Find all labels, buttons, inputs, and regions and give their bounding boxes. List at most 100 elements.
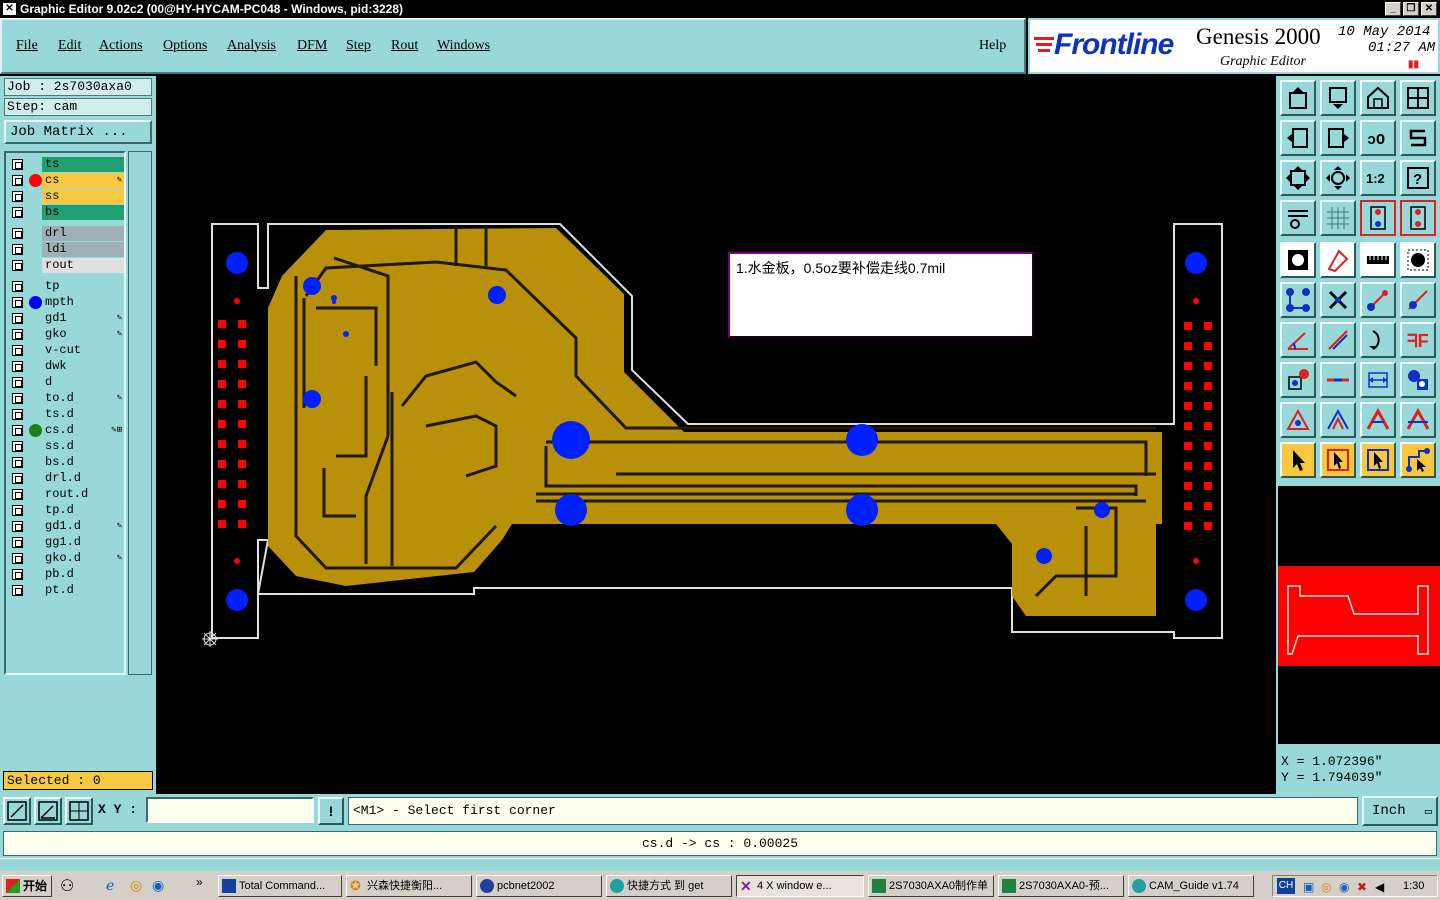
layer-row-ldi[interactable]: ldi <box>8 242 124 257</box>
layer-checkbox[interactable] <box>12 553 23 564</box>
layer-row-gko-d[interactable]: gko.d ✎ <box>8 551 124 566</box>
home-view-button[interactable] <box>1360 80 1396 116</box>
zoom-home-button[interactable] <box>1280 80 1316 116</box>
layer-row-cs-d[interactable]: cs.d ✎⊞ <box>8 423 124 438</box>
dot-tool-button[interactable] <box>1400 242 1436 278</box>
menu-options[interactable]: Options <box>163 38 207 54</box>
graphic-canvas[interactable]: 1.水金板，0.5oz要补偿走线0.7mil <box>156 76 1276 794</box>
group-tool-button[interactable] <box>1400 362 1436 398</box>
job-matrix-button[interactable]: Job Matrix ... <box>4 120 152 144</box>
horizontal-tool-button[interactable] <box>1320 362 1356 398</box>
layer-row-pb-d[interactable]: pb.d <box>8 567 124 582</box>
triangle2-tool-button[interactable] <box>1320 402 1356 438</box>
layer-row-cs[interactable]: cs ✎ <box>8 173 124 188</box>
layer-checkbox[interactable] <box>12 377 23 388</box>
ruler-tool-button[interactable] <box>1360 242 1396 278</box>
layer-row-gko[interactable]: gko ✎ <box>8 327 124 342</box>
fit-vertical-button[interactable] <box>1280 160 1316 196</box>
taskbar-overflow-icon[interactable]: » <box>196 875 203 889</box>
layer-row-bs-d[interactable]: bs.d <box>8 455 124 470</box>
zoom-in-button[interactable] <box>1320 80 1356 116</box>
unit-selector[interactable]: Inch ▭ <box>1362 796 1438 826</box>
layer-checkbox[interactable] <box>12 191 23 202</box>
angle-measure-button[interactable] <box>34 797 62 825</box>
snap-alt-button[interactable] <box>1400 200 1436 236</box>
layer-checkbox[interactable] <box>12 159 23 170</box>
layer-row-tp[interactable]: tp <box>8 279 124 294</box>
select-net-tool-button[interactable] <box>1400 442 1436 478</box>
layer-checkbox[interactable] <box>12 425 23 436</box>
layer-row-rout[interactable]: rout <box>8 258 124 273</box>
volume-icon[interactable]: ◀ <box>1375 877 1384 897</box>
layer-checkbox[interactable] <box>12 228 23 239</box>
measure-button[interactable] <box>1280 200 1316 236</box>
layer-row-d[interactable]: d <box>8 375 124 390</box>
select-tool-button[interactable] <box>1280 442 1316 478</box>
layer-row-ts-d[interactable]: ts.d <box>8 407 124 422</box>
layer-checkbox[interactable] <box>12 207 23 218</box>
redraw-button[interactable] <box>1400 120 1436 156</box>
outlook-icon[interactable]: ◎ <box>130 877 142 894</box>
overview-map[interactable] <box>1278 486 1440 744</box>
mirror-button[interactable]: ↄO <box>1360 120 1396 156</box>
task-cam-guide[interactable]: CAM_Guide v1.74 <box>1128 875 1254 897</box>
layer-row-dwk[interactable]: dwk <box>8 359 124 374</box>
layer-checkbox[interactable] <box>12 393 23 404</box>
snap-grid-button[interactable] <box>65 797 93 825</box>
menu-file[interactable]: File <box>16 38 38 54</box>
task-xingsen[interactable]: ✪ 兴森快捷衡阳... <box>346 875 472 897</box>
restore-icon[interactable]: ❐ <box>1403 2 1419 16</box>
layer-checkbox[interactable] <box>12 313 23 324</box>
slope-tool-button[interactable] <box>1320 322 1356 358</box>
menu-dfm[interactable]: DFM <box>297 38 327 54</box>
zoom-fit-button[interactable] <box>1320 160 1356 196</box>
layer-checkbox[interactable] <box>12 489 23 500</box>
line-tool-button[interactable] <box>1320 242 1356 278</box>
start-button[interactable]: 开始 <box>2 875 52 897</box>
layer-row-mpth[interactable]: mpth <box>8 295 124 310</box>
triangle-tool-button[interactable] <box>1280 402 1316 438</box>
layer-row-pt-d[interactable]: pt.d <box>8 583 124 598</box>
layer-checkbox[interactable] <box>12 569 23 580</box>
layer-list-scrollbar[interactable] <box>128 151 152 675</box>
diag2-tool-button[interactable] <box>1400 282 1436 318</box>
layer-row-drl[interactable]: drl <box>8 226 124 241</box>
browser-icon[interactable]: ◉ <box>152 877 164 894</box>
layer-row-gd1-d[interactable]: gd1.d ✎ <box>8 519 124 534</box>
minimize-icon[interactable]: _ <box>1385 2 1401 16</box>
tray-app-icon[interactable]: ◎ <box>1321 877 1331 897</box>
move-tool-button[interactable] <box>1280 362 1316 398</box>
connect-tool-button[interactable] <box>1280 282 1316 318</box>
select-box-tool-button[interactable] <box>1320 442 1356 478</box>
flip-tool-button[interactable]: ᖷF <box>1400 322 1436 358</box>
layer-checkbox[interactable] <box>12 175 23 186</box>
split-view-button[interactable] <box>1400 80 1436 116</box>
grid-button[interactable] <box>1320 200 1356 236</box>
layer-checkbox[interactable] <box>12 409 23 420</box>
menu-rout[interactable]: Rout <box>391 38 418 54</box>
layer-row-rout-d[interactable]: rout.d <box>8 487 124 502</box>
layer-checkbox[interactable] <box>12 281 23 292</box>
menu-analysis[interactable]: Analysis <box>227 38 276 54</box>
menu-help[interactable]: Help <box>979 38 1006 54</box>
network-icon[interactable]: ▣ <box>1303 877 1314 897</box>
info-button[interactable]: ! <box>318 797 344 825</box>
layer-checkbox[interactable] <box>12 329 23 340</box>
menu-actions[interactable]: Actions <box>99 38 143 54</box>
select-poly-tool-button[interactable] <box>1360 442 1396 478</box>
arc-outline-tool-button[interactable] <box>1360 402 1396 438</box>
layer-checkbox[interactable] <box>12 585 23 596</box>
layer-checkbox[interactable] <box>12 345 23 356</box>
menu-step[interactable]: Step <box>346 38 371 54</box>
layer-row-ss[interactable]: ss <box>8 189 124 204</box>
pan-right-button[interactable] <box>1320 120 1356 156</box>
task-order-sheet[interactable]: 2S7030AXA0制作单 <box>868 875 994 897</box>
layer-checkbox[interactable] <box>12 521 23 532</box>
security-icon[interactable]: ✖ <box>1357 877 1367 897</box>
task-total-commander[interactable]: Total Command... <box>218 875 342 897</box>
snap-button[interactable] <box>1360 200 1396 236</box>
layer-checkbox[interactable] <box>12 244 23 255</box>
language-indicator[interactable]: CH <box>1277 878 1295 894</box>
dimension-tool-button[interactable] <box>1360 362 1396 398</box>
task-shortcut[interactable]: 快捷方式 到 get <box>606 875 732 897</box>
